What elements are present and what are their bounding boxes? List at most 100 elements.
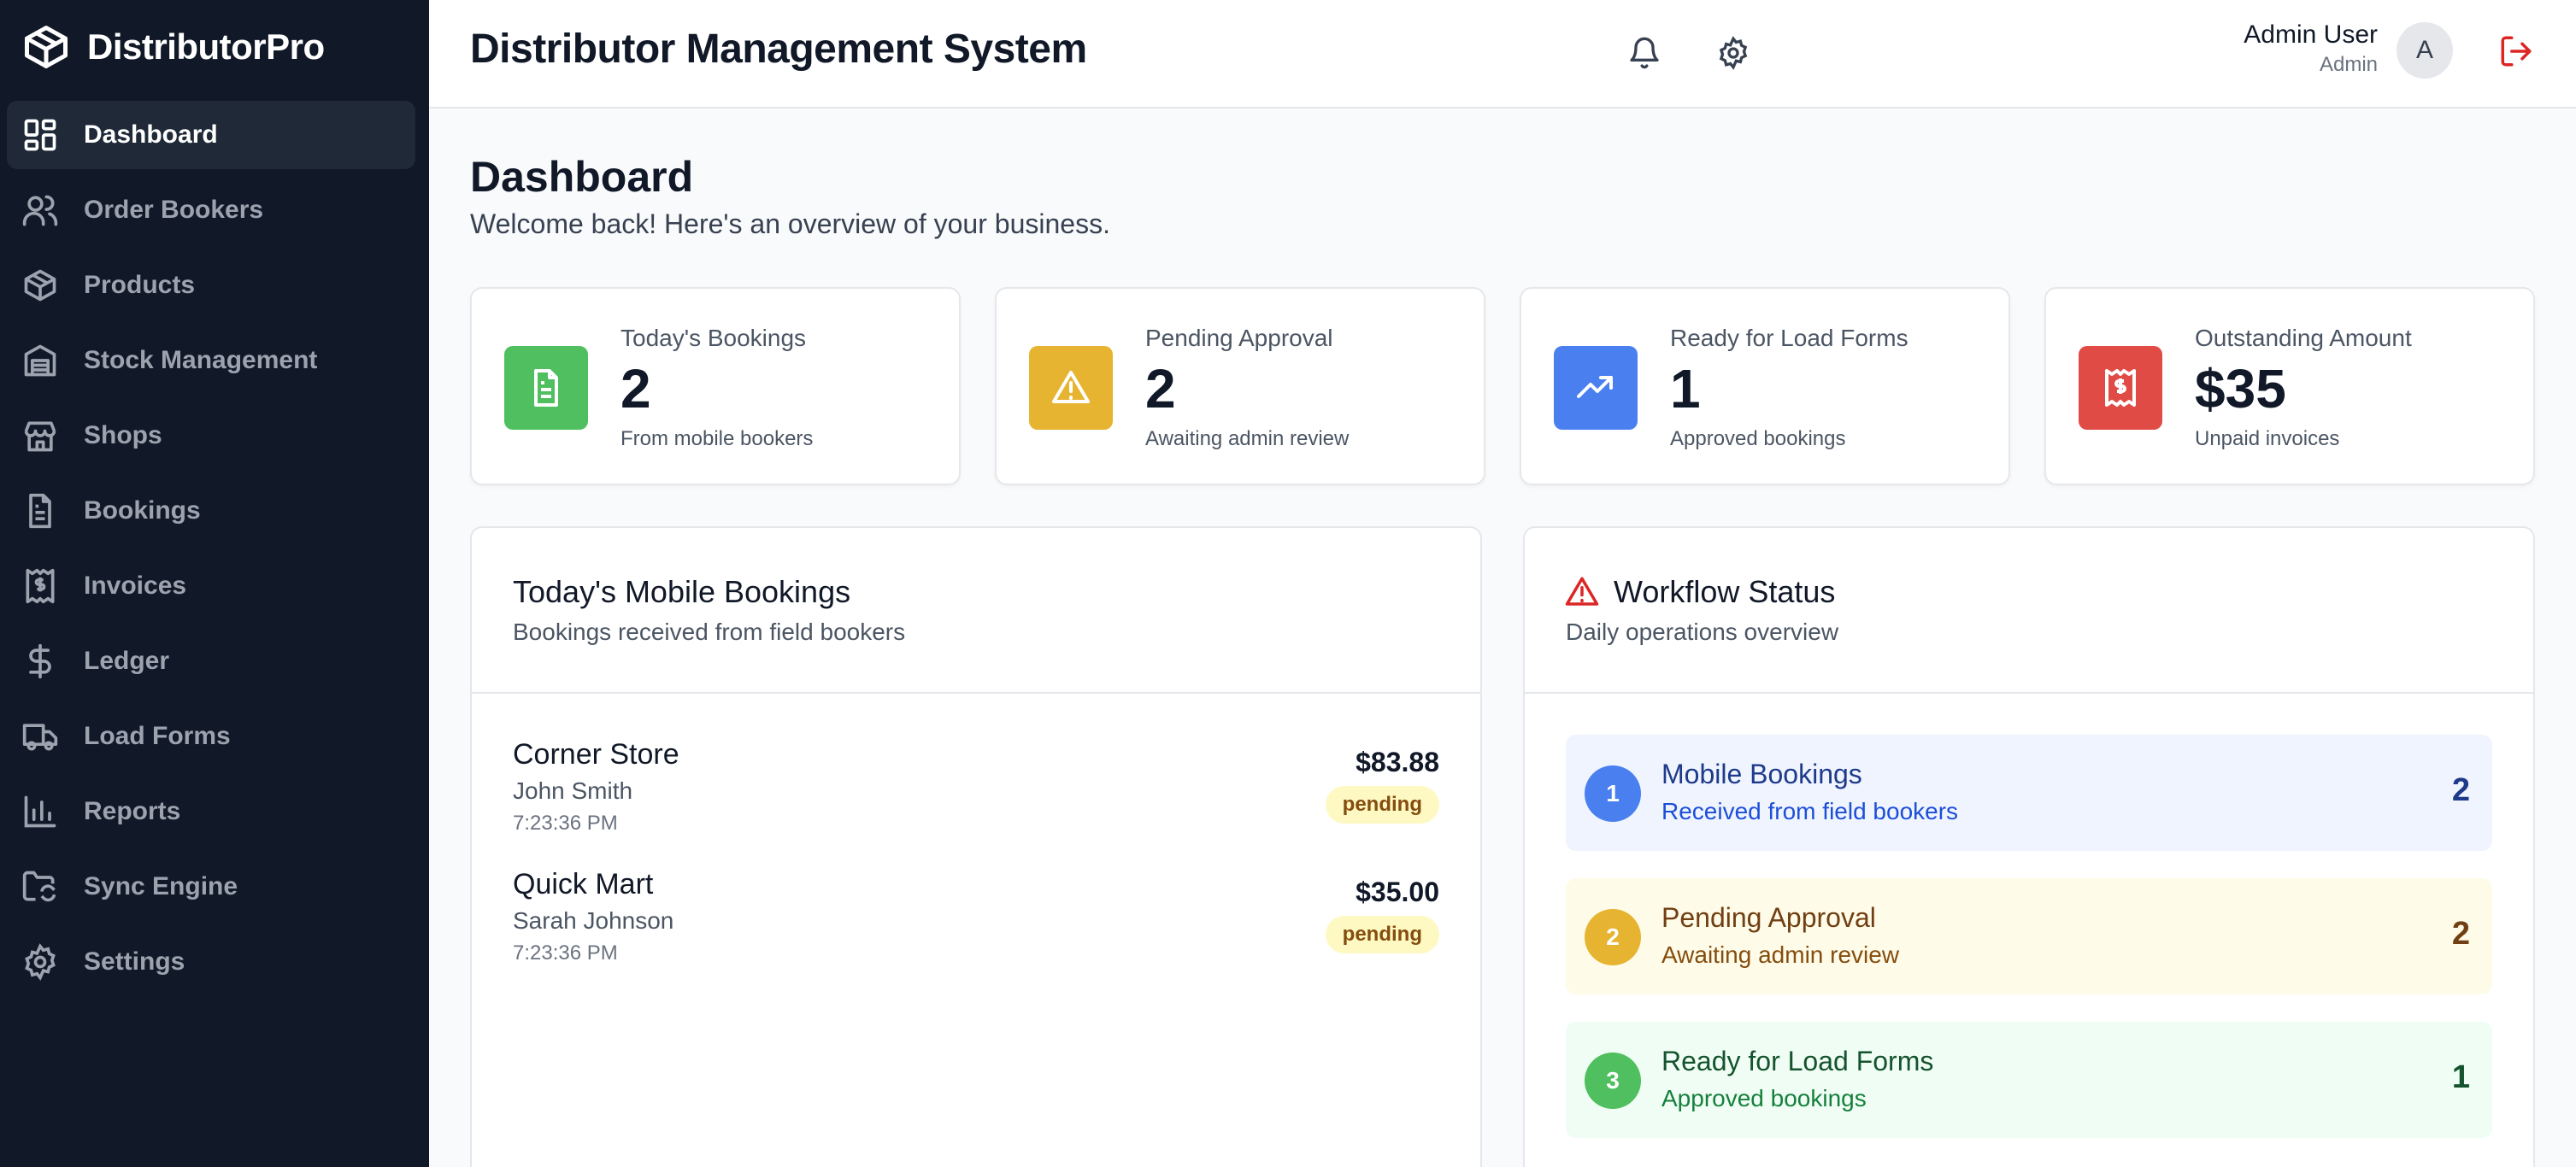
user-name: Admin User [2244,21,2378,49]
booking-amount: $35.00 [1356,877,1439,907]
panel-title: Workflow Status [1614,574,1836,609]
step-title: Mobile Bookings [1661,759,1862,789]
panel-header: Workflow Status Daily operations overvie… [1525,528,2533,694]
trending-up-icon [1554,346,1638,430]
brand-name: DistributorPro [87,26,325,67]
stat-label: Outstanding Amount [2195,325,2412,351]
status-badge: pending [1325,786,1439,824]
stat-card-ready-for-load-forms[interactable]: Ready for Load Forms 1 Approved bookings [1520,287,2010,485]
step-subtitle: Received from field bookers [1661,798,1959,824]
workflow-step-ready-for-load-forms[interactable]: 3 Ready for Load Forms Approved bookings… [1566,1022,2492,1138]
settings-button[interactable] [1709,29,1757,77]
notifications-button[interactable] [1620,29,1668,77]
stat-note: Awaiting admin review [1145,427,1350,450]
booking-shop: Corner Store [513,738,679,771]
sidebar-item-stock-management[interactable]: Stock Management [7,326,415,395]
booking-booker: John Smith [513,777,633,804]
sidebar-item-label: Invoices [84,572,187,600]
sidebar-item-invoices[interactable]: Invoices [7,552,415,620]
stat-note: Unpaid invoices [2195,427,2340,450]
receipt-icon [21,566,60,606]
panel-subtitle: Daily operations overview [1566,619,1839,645]
page-title: Dashboard [470,153,694,201]
stat-label: Today's Bookings [620,325,807,351]
file-text-icon [504,346,588,430]
step-count: 2 [2451,772,2470,808]
step-title: Ready for Load Forms [1661,1046,1934,1076]
sidebar-item-ledger[interactable]: Ledger [7,627,415,695]
stat-label: Ready for Load Forms [1670,325,1908,351]
alert-triangle-icon [1029,346,1113,430]
bell-icon [1630,37,1659,69]
list-item[interactable]: Corner Store John Smith 7:23:36 PM $83.8… [513,738,1439,849]
booking-time: 7:23:36 PM [513,941,618,965]
step-number: 2 [1585,909,1641,965]
sidebar-item-label: Reports [84,797,181,825]
stat-card-todays-bookings[interactable]: Today's Bookings 2 From mobile bookers [470,287,961,485]
dollar-icon [21,642,60,681]
list-item[interactable]: Quick Mart Sarah Johnson 7:23:36 PM $35.… [513,868,1439,979]
dashboard-icon [21,115,60,155]
step-count: 2 [2451,916,2470,952]
step-count: 1 [2451,1059,2470,1095]
store-icon [21,416,60,455]
bar-chart-icon [21,792,60,831]
sidebar-item-label: Settings [84,947,185,976]
alert-triangle-icon [1565,577,1599,606]
sidebar-item-bookings[interactable]: Bookings [7,477,415,545]
sidebar-item-settings[interactable]: Settings [7,928,415,996]
sidebar-item-reports[interactable]: Reports [7,777,415,846]
booking-amount: $83.88 [1356,747,1439,777]
warehouse-icon [21,341,60,380]
gear-icon [21,942,60,982]
step-number: 1 [1585,765,1641,822]
top-header: Distributor Management System Admin User… [429,0,2576,108]
step-title: Pending Approval [1661,902,1876,933]
step-subtitle: Approved bookings [1661,1085,1867,1111]
workflow-step-mobile-bookings[interactable]: 1 Mobile Bookings Received from field bo… [1566,735,2492,851]
stat-value: 1 [1670,358,1701,419]
sidebar-item-label: Products [84,271,196,299]
truck-icon [21,717,60,756]
sidebar-item-label: Stock Management [84,346,318,374]
sidebar-item-label: Load Forms [84,722,231,750]
brand[interactable]: DistributorPro [21,17,325,77]
sidebar-item-label: Shops [84,421,162,449]
sidebar-item-label: Dashboard [84,120,218,149]
stat-card-outstanding-amount[interactable]: Outstanding Amount $35 Unpaid invoices [2044,287,2535,485]
sidebar-item-products[interactable]: Products [7,251,415,320]
workflow-step-pending-approval[interactable]: 2 Pending Approval Awaiting admin review… [1566,878,2492,994]
stat-card-pending-approval[interactable]: Pending Approval 2 Awaiting admin review [995,287,1485,485]
folder-sync-icon [21,867,60,906]
avatar[interactable]: A [2397,22,2453,79]
step-subtitle: Awaiting admin review [1661,941,1900,968]
sidebar-item-load-forms[interactable]: Load Forms [7,702,415,771]
booking-time: 7:23:36 PM [513,812,618,835]
stat-value: $35 [2195,358,2286,419]
sidebar-item-label: Sync Engine [84,872,238,900]
user-role: Admin [2319,53,2378,76]
receipt-icon [2079,346,2162,430]
sidebar-item-shops[interactable]: Shops [7,402,415,470]
sidebar-item-label: Ledger [84,647,170,675]
sidebar-item-sync-engine[interactable]: Sync Engine [7,853,415,921]
package-logo-icon [25,26,68,68]
sidebar-item-order-bookers[interactable]: Order Bookers [7,176,415,244]
logout-button[interactable] [2491,26,2542,77]
stat-note: Approved bookings [1670,427,1846,450]
panel-header: Today's Mobile Bookings Bookings receive… [472,528,1480,694]
stat-note: From mobile bookers [620,427,814,450]
status-badge: pending [1325,916,1439,953]
package-icon [21,266,60,305]
file-text-icon [21,491,60,531]
booking-shop: Quick Mart [513,868,654,900]
users-icon [21,191,60,230]
sidebar-nav: Dashboard Order Bookers Products Stock M… [7,101,415,1003]
logout-icon [2501,36,2532,67]
page-subtitle: Welcome back! Here's an overview of your… [470,208,1110,239]
panel-subtitle: Bookings received from field bookers [513,619,906,645]
sidebar-item-dashboard[interactable]: Dashboard [7,101,415,169]
app-title: Distributor Management System [470,26,1087,72]
sidebar-item-label: Order Bookers [84,196,264,224]
booking-booker: Sarah Johnson [513,907,674,934]
